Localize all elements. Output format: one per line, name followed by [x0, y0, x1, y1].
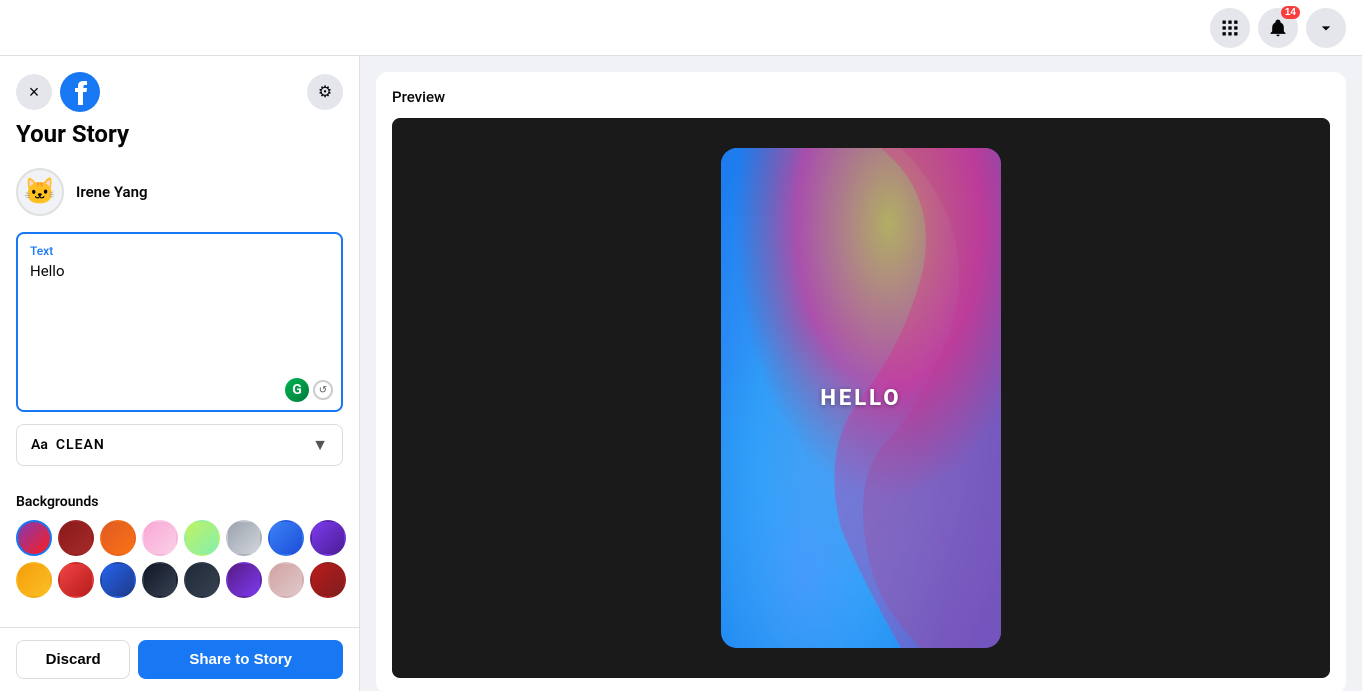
background-swatch[interactable]	[100, 520, 136, 556]
preview-area: Preview	[360, 56, 1362, 691]
background-swatch[interactable]	[268, 562, 304, 598]
sidebar-close-area: ×	[16, 72, 100, 112]
story-display-text: HELLO	[820, 386, 901, 411]
avatar: 🐱	[16, 168, 64, 216]
sidebar-footer: Discard Share to Story	[0, 627, 359, 691]
background-swatch[interactable]	[58, 562, 94, 598]
font-name-label: CLEAN	[56, 437, 105, 453]
account-button[interactable]	[1306, 8, 1346, 48]
grid-menu-button[interactable]	[1210, 8, 1250, 48]
background-swatch[interactable]	[142, 562, 178, 598]
close-button[interactable]: ×	[16, 74, 52, 110]
chevron-down-icon: ▼	[312, 435, 328, 455]
settings-button[interactable]: ⚙	[307, 74, 343, 110]
grammarly-icon[interactable]: G ↺	[285, 378, 333, 402]
top-nav: 14	[0, 0, 1362, 56]
background-swatch[interactable]	[16, 520, 52, 556]
background-swatch[interactable]	[16, 562, 52, 598]
background-swatch[interactable]	[100, 562, 136, 598]
facebook-logo	[60, 72, 100, 112]
background-swatch[interactable]	[268, 520, 304, 556]
share-to-story-button[interactable]: Share to Story	[138, 640, 343, 679]
text-label: Text	[30, 244, 329, 258]
background-swatch[interactable]	[310, 520, 346, 556]
preview-label: Preview	[392, 88, 1330, 106]
discard-button[interactable]: Discard	[16, 640, 130, 679]
font-selector[interactable]: Aa CLEAN ▼	[16, 424, 343, 466]
background-swatch[interactable]	[142, 520, 178, 556]
sidebar: × ⚙ Your Story 🐱 Irene Yang Text Hello G	[0, 56, 360, 691]
background-swatch[interactable]	[310, 562, 346, 598]
story-card: HELLO	[721, 148, 1001, 648]
backgrounds-label: Backgrounds	[16, 494, 343, 510]
text-input[interactable]: Hello	[30, 262, 329, 382]
user-row: 🐱 Irene Yang	[0, 160, 359, 232]
background-swatch[interactable]	[226, 562, 262, 598]
font-aa-label: Aa	[31, 437, 48, 453]
preview-card: Preview	[376, 72, 1346, 691]
chevron-down-icon	[1316, 18, 1336, 38]
page-title: Your Story	[0, 120, 359, 160]
background-swatch[interactable]	[184, 562, 220, 598]
background-swatch[interactable]	[184, 520, 220, 556]
user-name: Irene Yang	[76, 183, 148, 201]
font-selector-left: Aa CLEAN	[31, 437, 105, 453]
text-input-section: Text Hello G ↺	[16, 232, 343, 412]
grammarly-circle-icon: ↺	[313, 380, 333, 400]
background-swatch[interactable]	[58, 520, 94, 556]
backgrounds-section: Backgrounds	[16, 482, 343, 610]
main-layout: × ⚙ Your Story 🐱 Irene Yang Text Hello G	[0, 56, 1362, 691]
sidebar-header: × ⚙	[0, 56, 359, 120]
grammarly-g-icon: G	[285, 378, 309, 402]
grid-icon	[1220, 18, 1240, 38]
notification-badge: 14	[1281, 6, 1300, 19]
notification-icon	[1268, 18, 1288, 38]
notification-button[interactable]: 14	[1258, 8, 1298, 48]
background-swatch[interactable]	[226, 520, 262, 556]
background-grid	[16, 520, 343, 598]
nav-icons: 14	[1210, 8, 1346, 48]
preview-canvas: HELLO	[392, 118, 1330, 678]
